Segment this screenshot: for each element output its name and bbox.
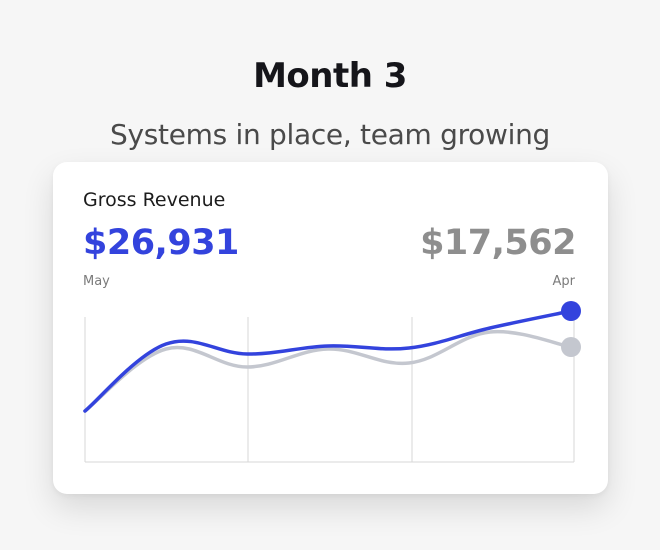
series-endpoint-previous xyxy=(561,337,581,357)
revenue-line-chart xyxy=(83,301,581,463)
series-line-previous xyxy=(83,329,573,413)
revenue-card: Gross Revenue $26,931 $17,562 May Apr xyxy=(53,162,608,494)
series-line-current xyxy=(83,309,573,413)
page-title: Month 3 xyxy=(253,56,407,96)
page-subtitle: Systems in place, team growing xyxy=(110,118,550,151)
series-endpoint-current xyxy=(561,301,581,321)
